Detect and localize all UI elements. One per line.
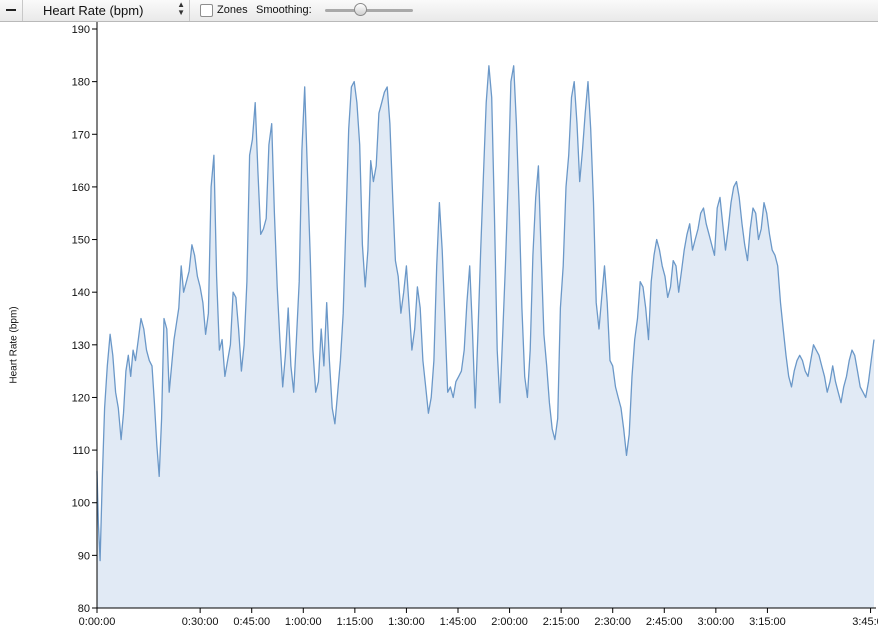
y-tick-label-170: 170	[72, 129, 90, 141]
y-tick-label-140: 140	[72, 287, 90, 299]
x-tick-label-4: 1:15:00	[337, 616, 374, 628]
y-tick-label-90: 90	[78, 550, 90, 562]
x-tick-label-11: 3:00:00	[697, 616, 734, 628]
x-tick-label-5: 1:30:00	[388, 616, 425, 628]
y-tick-label-100: 100	[72, 498, 90, 510]
y-tick-label-80: 80	[78, 603, 90, 615]
y-tick-label-180: 180	[72, 77, 90, 89]
x-tick-label-13: 3:45:00	[852, 616, 878, 628]
x-tick-label-10: 2:45:00	[646, 616, 683, 628]
y-tick-label-150: 150	[72, 235, 90, 247]
x-tick-label-3: 1:00:00	[285, 616, 322, 628]
x-tick-label-2: 0:45:00	[233, 616, 270, 628]
x-tick-label-6: 1:45:00	[440, 616, 477, 628]
area-layer	[96, 65, 875, 609]
x-tick-label-1: 0:30:00	[182, 616, 219, 628]
x-tick-label-8: 2:15:00	[543, 616, 580, 628]
x-tick-label-7: 2:00:00	[491, 616, 528, 628]
y-tick-label-130: 130	[72, 340, 90, 352]
y-tick-label-120: 120	[72, 392, 90, 404]
x-tick-label-0: 0:00:00	[79, 616, 116, 628]
x-tick-label-12: 3:15:00	[749, 616, 786, 628]
heart-rate-chart: 80 90 100 110 120 130 140 150 160 170 180 190 0:00:0…	[72, 22, 878, 628]
series-0-area-fill	[97, 65, 874, 609]
x-tick-label-9: 2:30:00	[594, 616, 631, 628]
y-tick-label-110: 110	[72, 445, 90, 457]
y-tick-label-190: 190	[72, 24, 90, 36]
y-tick-label-160: 160	[72, 182, 90, 194]
